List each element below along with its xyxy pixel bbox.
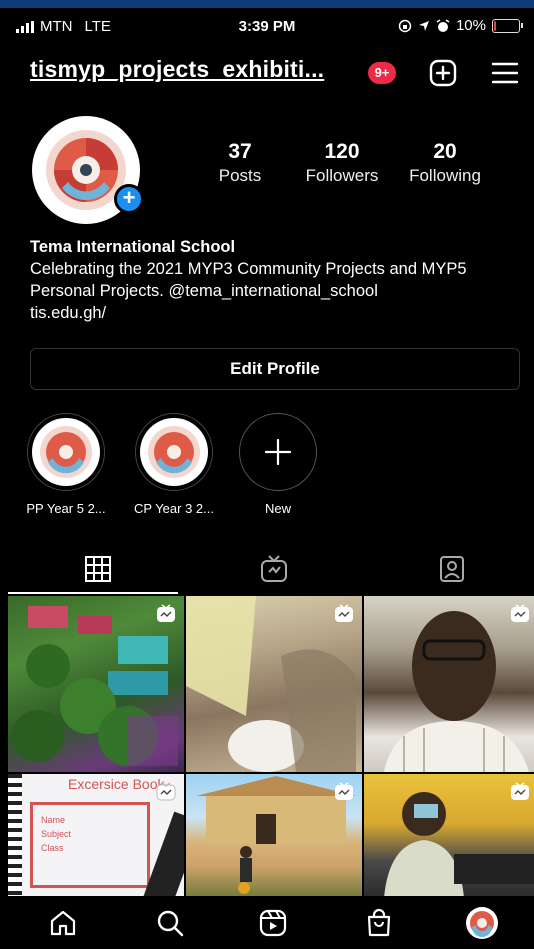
status-bar: MTN LTE 3:39 PM 10% — [0, 8, 534, 44]
lock-rotation-icon — [398, 19, 412, 32]
status-right: 10% — [398, 17, 523, 34]
post-thumbnail[interactable] — [186, 774, 362, 896]
reel-icon — [157, 604, 175, 622]
highlight-ring — [239, 413, 317, 491]
tagged-icon[interactable] — [437, 554, 467, 584]
reel-icon — [335, 604, 353, 622]
posts-grid: Excersice Book Name Subject Class — [8, 596, 534, 896]
bio-link[interactable]: tis.edu.gh/ — [30, 302, 525, 324]
highlight-cp-year3[interactable]: CP Year 3 2... — [131, 413, 217, 516]
post-image-student-portrait — [384, 611, 529, 772]
profile-tab-avatar[interactable] — [466, 907, 498, 939]
profile-tabs — [0, 548, 534, 594]
highlight-cover — [140, 418, 208, 486]
highlight-label: CP Year 3 2... — [134, 501, 214, 516]
post-thumbnail[interactable] — [364, 774, 534, 896]
book-fields: Name Subject Class — [41, 813, 147, 855]
plus-icon — [264, 438, 292, 466]
profile-header: tismyp_projects_exhibiti... 9+ — [0, 52, 534, 96]
location-arrow-icon — [418, 20, 429, 31]
active-tab-indicator — [8, 592, 178, 594]
reel-icon — [511, 604, 529, 622]
new-highlight-button[interactable]: New — [235, 413, 321, 516]
following-count: 20 — [433, 140, 457, 163]
posts-label: Posts — [218, 166, 262, 185]
highlight-label: PP Year 5 2... — [26, 501, 106, 516]
school-logo — [40, 426, 92, 478]
battery-fill — [494, 20, 496, 31]
bio-text: Celebrating the 2021 MYP3 Community Proj… — [30, 260, 467, 300]
bottom-navigation — [0, 896, 534, 949]
post-thumbnail[interactable] — [186, 596, 362, 772]
igtv-icon[interactable] — [259, 554, 289, 584]
followers-stat[interactable]: 120 Followers — [292, 140, 392, 186]
book-field-name: Name — [41, 815, 66, 825]
home-icon[interactable] — [48, 908, 78, 938]
exercise-book-title: Excersice Book — [68, 776, 165, 792]
post-image-student-keyboard — [384, 792, 534, 896]
posts-stat[interactable]: 37 Posts — [190, 140, 290, 186]
add-story-button[interactable]: + — [114, 184, 144, 214]
book-field-subject: Subject — [41, 829, 72, 839]
reel-icon — [511, 782, 529, 800]
alarm-icon — [436, 18, 450, 32]
followers-label: Followers — [305, 166, 379, 185]
school-logo — [470, 911, 494, 937]
post-thumbnail[interactable] — [364, 596, 534, 772]
profile-bio: Tema International School Celebrating th… — [30, 236, 525, 324]
profile-name: Tema International School — [30, 238, 236, 256]
new-post-icon[interactable] — [428, 58, 458, 88]
reel-icon — [335, 782, 353, 800]
book-label-box: Name Subject Class — [30, 802, 150, 888]
school-logo — [148, 426, 200, 478]
highlight-pp-year5[interactable]: PP Year 5 2... — [23, 413, 109, 516]
post-thumbnail[interactable]: Excersice Book Name Subject Class — [8, 774, 184, 896]
highlight-ring — [27, 413, 105, 491]
book-field-class: Class — [41, 843, 64, 853]
notification-badge[interactable]: 9+ — [368, 62, 396, 84]
highlight-label: New — [264, 501, 291, 516]
username-switcher[interactable]: tismyp_projects_exhibiti... — [30, 56, 324, 83]
battery-icon — [492, 18, 523, 33]
highlight-ring — [135, 413, 213, 491]
edit-profile-button[interactable]: Edit Profile — [30, 348, 520, 390]
reel-icon — [156, 782, 176, 801]
shop-icon[interactable] — [364, 908, 394, 938]
battery-percent: 10% — [455, 17, 486, 34]
grid-icon[interactable] — [83, 554, 113, 584]
spiral-binding — [8, 774, 22, 896]
highlight-cover — [32, 418, 100, 486]
top-edge-bar — [0, 0, 534, 8]
search-icon[interactable] — [155, 908, 185, 938]
posts-count: 37 — [228, 140, 252, 163]
menu-icon[interactable] — [490, 58, 520, 88]
following-label: Following — [409, 166, 481, 185]
post-thumbnail[interactable] — [8, 596, 184, 772]
following-stat[interactable]: 20 Following — [395, 140, 495, 186]
reels-icon[interactable] — [258, 908, 288, 938]
followers-count: 120 — [324, 140, 360, 163]
